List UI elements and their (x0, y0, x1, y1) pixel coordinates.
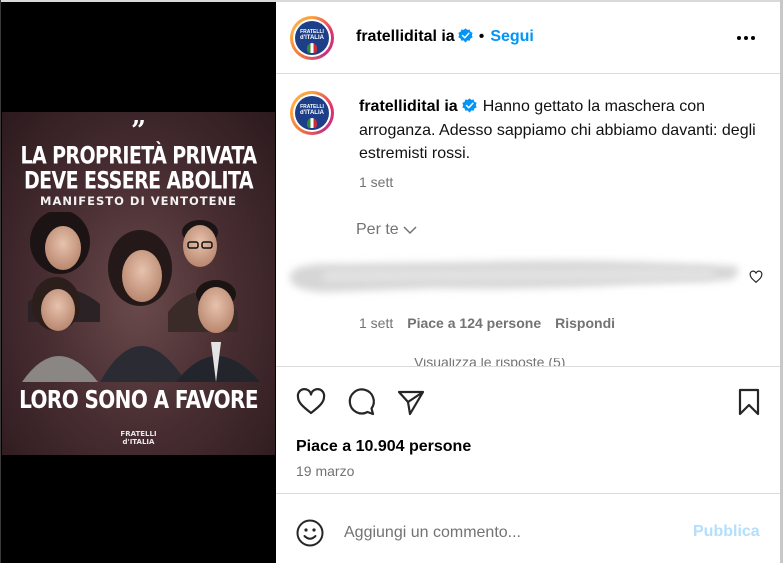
more-icon[interactable] (734, 26, 758, 50)
bookmark-icon[interactable] (733, 386, 765, 418)
caption-username[interactable]: fratellidital ia (359, 98, 458, 115)
poster-headline-line2: DEVE ESSERE ABOLITA (23, 167, 254, 195)
comment-sort-label: Per te (356, 221, 399, 238)
header-user: fratellidital ia • Segui (356, 26, 534, 48)
follow-button[interactable]: Segui (490, 28, 534, 45)
share-icon[interactable] (395, 386, 427, 418)
caption-avatar-logo-text-bottom: d'ITALIA (300, 110, 324, 116)
poster-call-to-action: LORO SONO A FAVORE (19, 384, 258, 414)
header-username[interactable]: fratellidital ia (356, 28, 455, 45)
heart-icon[interactable] (295, 386, 327, 418)
comment-input[interactable] (344, 521, 664, 545)
comment-likes[interactable]: Piace a 124 persone (407, 315, 541, 331)
avatar-logo-text-bottom: d'ITALIA (300, 35, 324, 41)
comment-like-icon[interactable] (749, 270, 763, 284)
post-likes-count[interactable]: Piace a 10.904 persone (296, 438, 471, 456)
post-media-panel: ” LA PROPRIETÀ PRIVATA DEVE ESSERE ABOLI… (1, 2, 276, 563)
caption: fratellidital ia Hanno gettato la mascher… (359, 95, 759, 166)
verified-icon (458, 28, 473, 43)
emoji-icon[interactable] (295, 518, 325, 548)
comment-time[interactable]: 1 sett (359, 315, 393, 331)
post-header: FRATELLI d'ITALIA fratellidital ia • Segui (276, 2, 780, 74)
comment-meta: 1 sett Piace a 124 persone Rispondi (359, 315, 629, 331)
poster-brand-line1: FRATELLI (120, 430, 157, 438)
redacted-comment (289, 260, 738, 292)
post-image[interactable]: ” LA PROPRIETÀ PRIVATA DEVE ESSERE ABOLI… (2, 112, 275, 455)
comment-sort-dropdown[interactable]: Per te (356, 221, 417, 239)
reply-button[interactable]: Rispondi (555, 315, 615, 331)
poster-portraits (22, 212, 260, 382)
caption-avatar-logo: FRATELLI d'ITALIA (295, 96, 329, 130)
poster-brand-line2: d'ITALIA (122, 438, 155, 446)
publish-button[interactable]: Pubblica (693, 523, 760, 541)
poster-headline-line1: LA PROPRIETÀ PRIVATA (20, 142, 257, 170)
post-date[interactable]: 19 marzo (296, 463, 354, 479)
header-separator: • (478, 28, 485, 45)
avatar[interactable]: FRATELLI d'ITALIA (290, 16, 334, 60)
poster-brand-logo: FRATELLI d'ITALIA (2, 430, 275, 446)
verified-icon (462, 98, 477, 113)
add-comment-bar: Pubblica (276, 493, 780, 563)
caption-avatar[interactable]: FRATELLI d'ITALIA (290, 91, 334, 135)
comment-icon[interactable] (345, 386, 377, 418)
caption-time[interactable]: 1 sett (359, 174, 393, 190)
avatar-logo: FRATELLI d'ITALIA (295, 21, 329, 55)
post-actions-bar (276, 366, 780, 446)
poster-quote-mark: ” (131, 116, 146, 146)
chevron-down-icon (403, 226, 417, 235)
poster-subtitle: MANIFESTO DI VENTOTENE (40, 194, 237, 208)
post-details-panel: FRATELLI d'ITALIA fratellidital ia • Segui… (276, 2, 780, 563)
